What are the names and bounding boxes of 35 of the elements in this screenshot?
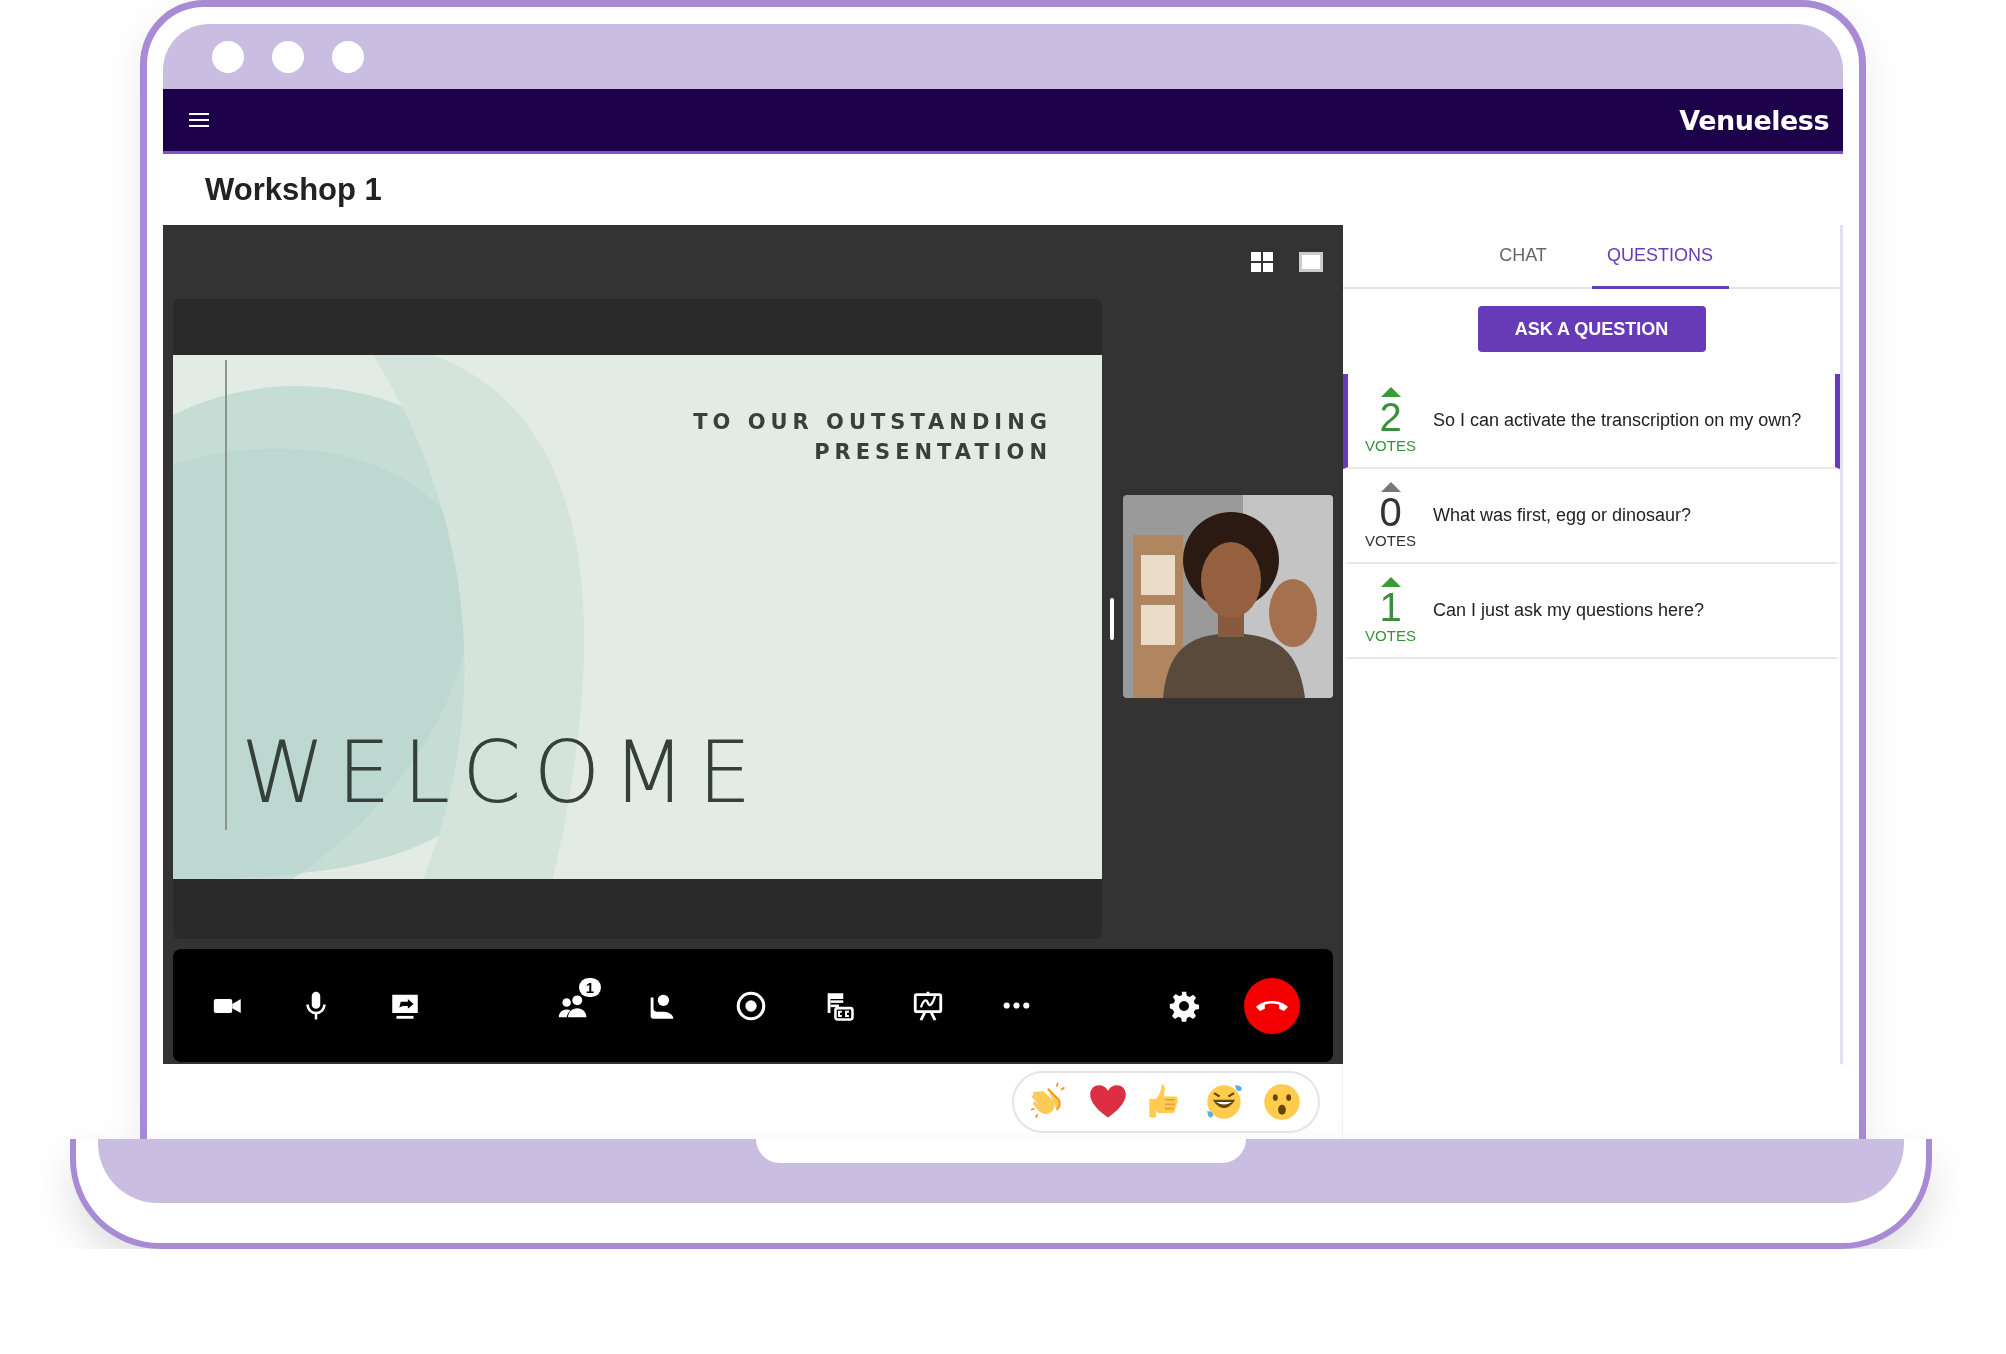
hang-up-button[interactable] <box>1244 977 1300 1034</box>
page-title: Workshop 1 <box>204 170 383 209</box>
upvote-icon[interactable] <box>1380 482 1401 492</box>
upvote-icon[interactable] <box>1380 577 1401 587</box>
vote-count: 0 <box>1379 492 1402 532</box>
grid-view-icon[interactable] <box>1251 252 1273 272</box>
tab[interactable]: CHAT <box>1454 225 1592 289</box>
participants-button[interactable]: 1 <box>545 977 602 1034</box>
question-text: Can I just ask my questions here? <box>1433 600 1705 621</box>
votes-label: VOTES <box>1365 627 1416 644</box>
ask-question-button[interactable]: ASK A QUESTION <box>1477 306 1706 352</box>
surprised-face-icon[interactable] <box>1262 1082 1302 1122</box>
slide-subtitle: TO OUR OUTSTANDING PRESENTATION <box>693 409 1052 466</box>
logo: Venueless <box>1679 104 1829 136</box>
count-badge: 1 <box>578 977 602 997</box>
vote-count: 2 <box>1379 397 1402 437</box>
question-item[interactable]: 2 VOTES So I can activate the transcription on my own? <box>1343 374 1840 469</box>
more-icon <box>1002 1002 1030 1009</box>
question-text: So I can activate the transcription on my own? <box>1433 410 1802 431</box>
question-item[interactable]: 1 VOTES Can I just ask my questions here? <box>1343 564 1840 659</box>
question-text: What was first, egg or dinosaur? <box>1433 505 1692 526</box>
tab[interactable]: QUESTIONS <box>1591 225 1729 289</box>
votes-label: VOTES <box>1365 437 1416 454</box>
laughing-face-icon[interactable] <box>1204 1082 1244 1122</box>
slide-title: WELCOME <box>241 723 764 822</box>
resize-handle[interactable] <box>1110 598 1114 640</box>
window-dot <box>272 40 304 73</box>
window-dot <box>212 40 244 73</box>
upvote-icon[interactable] <box>1380 387 1401 397</box>
vote-count: 1 <box>1379 587 1402 627</box>
phone-icon <box>1256 999 1289 1012</box>
question-item[interactable]: 0 VOTES What was first, egg or dinosaur? <box>1343 469 1840 564</box>
menu-icon[interactable] <box>189 112 209 128</box>
window-dot <box>332 40 364 73</box>
votes-label: VOTES <box>1365 532 1416 549</box>
